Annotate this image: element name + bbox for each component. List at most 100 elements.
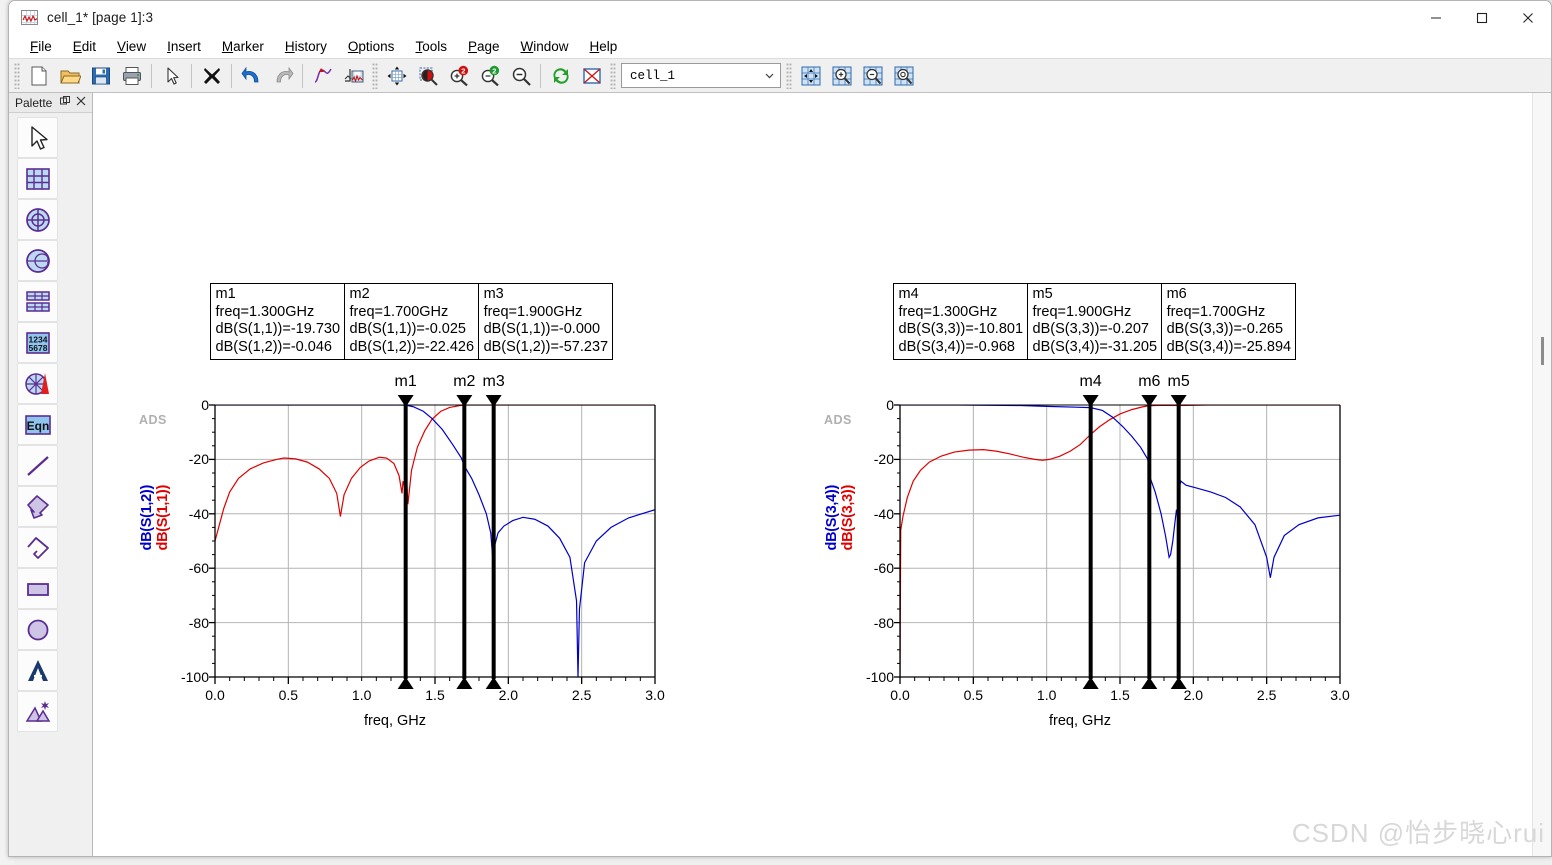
line-tool-icon[interactable]: [17, 445, 58, 486]
polar-plot-tool-icon[interactable]: [17, 199, 58, 240]
menu-item-insert[interactable]: Insert: [157, 37, 212, 56]
marker-arrow-bottom-m6[interactable]: [1141, 677, 1158, 689]
marker-value-line: dB(S(3,3))=-10.801: [898, 321, 1024, 337]
svg-text:Eqn: Eqn: [26, 419, 49, 433]
minimize-icon[interactable]: [1413, 1, 1459, 34]
marker-table-m5[interactable]: m5 freq=1.900GHz dB(S(3,3))=-0.207 dB(S(3,4…: [1026, 283, 1163, 360]
y-axis-tick-label: 0: [886, 397, 894, 413]
marker-table-group-left: m1 freq=1.300GHz dB(S(1,1))=-19.730 dB(S(1,…: [209, 283, 614, 360]
menu-item-history[interactable]: History: [275, 37, 338, 56]
y-axis-tick-label: -80: [873, 614, 894, 631]
close-icon[interactable]: [73, 96, 89, 109]
menu-item-tools[interactable]: Tools: [405, 37, 458, 56]
plot-right[interactable]: ADS 0 -20 -40 -60 -80 -100 0.0 0.5 1.0 1.5 2.0 2.5 3.…: [818, 373, 1398, 743]
marker-arrow-bottom-m1[interactable]: [397, 677, 414, 689]
x-axis-tick-label: 1.0: [351, 687, 372, 703]
rectangular-plot-tool-icon[interactable]: [17, 158, 58, 199]
text-tool-icon[interactable]: [17, 650, 58, 691]
marker-value-line: dB(S(1,1))=-0.025: [349, 321, 466, 337]
canvas-area: m1 freq=1.300GHz dB(S(1,1))=-19.730 dB(S(1,…: [93, 93, 1551, 856]
toolbar-grip[interactable]: [372, 62, 378, 89]
marker-value-line: freq=1.300GHz: [898, 303, 998, 320]
x-axis-tick-label: 2.0: [498, 687, 519, 703]
marker-value-line: dB(S(3,4))=-0.968: [898, 338, 1015, 355]
toolbar-separator: [191, 63, 192, 88]
undock-icon[interactable]: [57, 96, 73, 109]
marker-table-m1[interactable]: m1 freq=1.300GHz dB(S(1,1))=-19.730 dB(S(1,…: [209, 283, 346, 360]
marker-value-line: dB(S(1,2))=-0.046: [215, 338, 332, 355]
marker-value-line: dB(S(3,3))=-0.207: [1032, 321, 1149, 337]
marker-table-m4[interactable]: m4 freq=1.300GHz dB(S(3,3))=-10.801 dB(S(3,…: [892, 283, 1029, 360]
undo-icon[interactable]: [236, 61, 267, 90]
zoom-area-icon[interactable]: [412, 61, 443, 90]
palette-panel: Palette 1234 5678 Eqn: [9, 93, 93, 856]
data-list-tool-icon[interactable]: 1234 5678: [17, 322, 58, 363]
toolbar-grip[interactable]: [786, 62, 792, 89]
y-axis-tick-label: -40: [873, 505, 894, 522]
menu-item-file[interactable]: File: [20, 37, 63, 56]
close-icon[interactable]: [1505, 1, 1551, 34]
marker-value-line: dB(S(1,2))=-57.237: [483, 338, 609, 355]
menu-item-window[interactable]: Window: [511, 37, 580, 56]
marker-name: m4: [898, 286, 919, 302]
marker-value-line: dB(S(3,3))=-0.265: [1166, 321, 1284, 337]
data-display-canvas[interactable]: m1 freq=1.300GHz dB(S(1,1))=-19.730 dB(S(1,…: [93, 93, 1532, 856]
vertical-scrollbar[interactable]: [1532, 93, 1551, 856]
antenna-pattern-tool-icon[interactable]: [17, 363, 58, 404]
cell-selector-combobox[interactable]: cell_1: [621, 63, 781, 88]
menu-item-page[interactable]: Page: [458, 37, 511, 56]
plot-left[interactable]: ADS 0 -20 -40 -60 -80 -100 0.0 0.5 1.0 1.5 2.0 2.5 3.…: [133, 373, 713, 743]
smith-chart-tool-icon[interactable]: [17, 240, 58, 281]
new-document-icon[interactable]: [23, 61, 54, 90]
polyline-filled-tool-icon[interactable]: [17, 486, 58, 527]
grid-zoom-fit-icon[interactable]: [888, 61, 919, 90]
save-data-icon[interactable]: [338, 61, 369, 90]
marker-arrow-bottom-m2[interactable]: [456, 677, 473, 689]
grid-pan-icon[interactable]: [795, 61, 826, 90]
menu-item-options[interactable]: Options: [338, 37, 406, 56]
zoom-in-2-icon[interactable]: 2: [443, 61, 474, 90]
menu-item-marker[interactable]: Marker: [212, 37, 275, 56]
open-folder-icon[interactable]: [54, 61, 85, 90]
select-arrow-tool-icon[interactable]: [17, 117, 58, 158]
y-axis-title-group: dB(S(3,4)) dB(S(3,3)): [824, 485, 856, 550]
polyline-tool-icon[interactable]: [17, 527, 58, 568]
x-axis-tick-label: 1.0: [1036, 687, 1057, 703]
waveform-grid-icon: [21, 10, 38, 25]
equation-tool-icon[interactable]: Eqn: [17, 404, 58, 445]
menu-item-view[interactable]: View: [107, 37, 157, 56]
menu-item-edit[interactable]: Edit: [63, 37, 107, 56]
redo-icon[interactable]: [267, 61, 298, 90]
grid-zoom-out-icon[interactable]: [857, 61, 888, 90]
delete-x-icon[interactable]: [196, 61, 227, 90]
toolbar-grip[interactable]: [14, 62, 20, 89]
y-axis-tick-label: -60: [873, 560, 894, 577]
marker-arrow-bottom-m4[interactable]: [1082, 677, 1099, 689]
save-icon[interactable]: [85, 61, 116, 90]
toolbar-separator: [302, 63, 303, 88]
select-arrow-icon[interactable]: [156, 61, 187, 90]
marker-table-m3[interactable]: m3 freq=1.900GHz dB(S(1,1))=-0.000 dB(S(1,2…: [477, 283, 614, 360]
refresh-icon[interactable]: [545, 61, 576, 90]
menu-item-help[interactable]: Help: [580, 37, 629, 56]
y-axis-tick-label: 0: [201, 397, 209, 413]
print-icon[interactable]: [116, 61, 147, 90]
grid-zoom-in-icon[interactable]: [826, 61, 857, 90]
zoom-out-2-icon[interactable]: 2: [474, 61, 505, 90]
marker-table-m2[interactable]: m2 freq=1.700GHz dB(S(1,1))=-0.025 dB(S(1,2…: [343, 283, 480, 360]
pan-icon[interactable]: [381, 61, 412, 90]
x-axis-tick-label: 2.0: [1183, 687, 1204, 703]
toolbar-grip[interactable]: [610, 62, 616, 89]
marker-table-m6[interactable]: m6 freq=1.700GHz dB(S(3,3))=-0.265 dB(S(3,4…: [1160, 283, 1297, 360]
circle-tool-icon[interactable]: [17, 609, 58, 650]
list-table-tool-icon[interactable]: [17, 281, 58, 322]
toolbar-separator: [151, 63, 152, 88]
svg-text:2: 2: [492, 66, 496, 75]
zoom-icon[interactable]: [505, 61, 536, 90]
rectangle-tool-icon[interactable]: [17, 568, 58, 609]
vertical-scrollbar-thumb[interactable]: [1541, 337, 1544, 365]
curve-trace-icon[interactable]: [307, 61, 338, 90]
image-tool-icon[interactable]: [17, 691, 58, 732]
stop-icon[interactable]: [576, 61, 607, 90]
maximize-icon[interactable]: [1459, 1, 1505, 34]
